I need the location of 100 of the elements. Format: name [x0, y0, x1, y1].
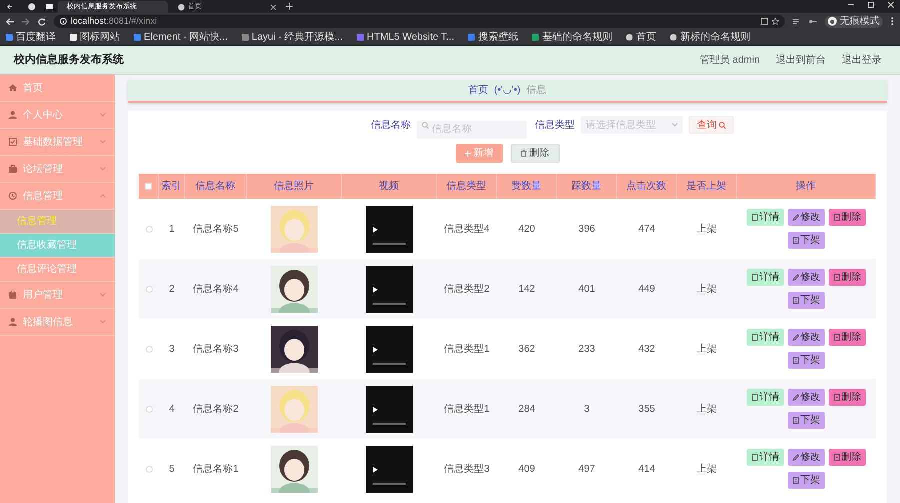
table-cell-text: 142: [518, 282, 536, 296]
play-icon[interactable]: [373, 346, 378, 352]
app-title: 校内信息服务发布系统: [14, 52, 124, 68]
plus-icon[interactable]: [286, 3, 293, 10]
bookmark-link[interactable]: Element - 网站快...: [134, 32, 228, 42]
detail-button[interactable]: 详情: [747, 329, 784, 346]
table-cell-text: 4: [169, 402, 175, 416]
unpublish-button[interactable]: 下架: [788, 352, 825, 369]
row-checkbox[interactable]: [146, 226, 152, 232]
reading-list-icon[interactable]: [793, 18, 801, 26]
table-cell-text: 474: [638, 222, 656, 236]
bookmark-link[interactable]: HTML5 Website T...: [357, 32, 454, 42]
column-header[interactable]: 点击次数: [626, 179, 666, 194]
table-cell-text: 284: [518, 402, 536, 416]
document-icon: [752, 454, 758, 461]
play-icon[interactable]: [373, 226, 378, 232]
bookmark-link[interactable]: Layui - 经典开源模...: [242, 32, 344, 42]
bookmark-icon: [626, 34, 634, 41]
row-checkbox[interactable]: [146, 466, 152, 472]
play-icon[interactable]: [373, 286, 378, 292]
bookmark-link[interactable]: 新标的命名规则: [670, 32, 750, 42]
query-button[interactable]: 查询: [689, 116, 734, 134]
table-cell-text: 432: [638, 342, 656, 356]
forward-arrow-icon[interactable]: [22, 18, 30, 26]
delete-button[interactable]: 删除: [829, 329, 866, 346]
detail-button[interactable]: 详情: [747, 449, 784, 466]
table-cell-text: 信息类型1: [444, 402, 490, 416]
bookmark-link[interactable]: 图标网站: [70, 32, 120, 42]
edit-button[interactable]: 修改: [788, 389, 825, 406]
column-header[interactable]: 索引: [162, 179, 182, 194]
column-header[interactable]: 是否上架: [686, 179, 726, 194]
restore-icon[interactable]: [868, 2, 874, 8]
table-cell-text: 3: [169, 342, 175, 356]
row-checkbox[interactable]: [146, 286, 152, 292]
table-cell-text: 上架: [697, 222, 717, 236]
table-cell-text: 信息类型2: [444, 282, 490, 296]
row-checkbox[interactable]: [146, 406, 152, 412]
unpublish-button[interactable]: 下架: [788, 232, 825, 249]
bookmark-icon: [242, 34, 249, 41]
delete-button[interactable]: 删除: [510, 144, 560, 163]
bookmark-icon: [468, 34, 476, 41]
globe-icon: [178, 4, 185, 10]
header-link[interactable]: 退出到前台: [776, 52, 826, 68]
detail-button[interactable]: 详情: [747, 209, 784, 226]
menu-item-icon: [9, 138, 17, 146]
pencil-icon: [792, 274, 798, 281]
document-icon: [752, 274, 758, 281]
address-field[interactable]: localhost:8081/#/xinxi: [54, 15, 785, 28]
table-cell-text: 上架: [697, 342, 717, 356]
bookmark-link[interactable]: 百度翻译: [6, 32, 56, 42]
play-icon[interactable]: [373, 406, 378, 412]
globe-icon[interactable]: [28, 3, 36, 11]
column-header[interactable]: 视频: [379, 179, 399, 194]
close-icon[interactable]: [888, 2, 894, 8]
detail-button[interactable]: 详情: [747, 389, 784, 406]
edit-button[interactable]: 修改: [788, 329, 825, 346]
star-icon[interactable]: [772, 18, 779, 25]
select-all-checkbox[interactable]: [145, 183, 152, 190]
minimize-icon[interactable]: [848, 2, 854, 8]
row-checkbox[interactable]: [146, 346, 152, 352]
breadcrumb-link[interactable]: 首页: [468, 83, 488, 98]
column-header[interactable]: 信息类型: [446, 179, 486, 194]
detail-button[interactable]: 详情: [747, 269, 784, 286]
edit-button[interactable]: 修改: [788, 269, 825, 286]
column-header[interactable]: 信息名称: [196, 179, 236, 194]
table-cell-text: 233: [578, 342, 596, 356]
edit-button[interactable]: 修改: [788, 209, 825, 226]
header-link[interactable]: 退出登录: [842, 52, 882, 68]
bookmark-link[interactable]: 基础的命名规则: [532, 32, 612, 42]
unpublish-button[interactable]: 下架: [788, 412, 825, 429]
column-header[interactable]: 踩数量: [572, 179, 602, 194]
delete-button[interactable]: 删除: [829, 269, 866, 286]
table-cell-text: 355: [638, 402, 656, 416]
delete-button[interactable]: 删除: [829, 209, 866, 226]
delete-button[interactable]: 删除: [829, 389, 866, 406]
delete-button[interactable]: 删除: [829, 449, 866, 466]
reload-icon[interactable]: [38, 18, 46, 26]
more-icon[interactable]: [891, 17, 894, 26]
table-cell-text: 上架: [697, 402, 717, 416]
menu-item-icon: [9, 84, 17, 92]
unpublish-button[interactable]: 下架: [788, 472, 825, 489]
bookmark-link[interactable]: 首页: [626, 32, 656, 42]
edit-button[interactable]: 修改: [788, 449, 825, 466]
unpublish-button[interactable]: 下架: [788, 292, 825, 309]
column-header: 操作: [796, 180, 816, 194]
chevron-down-icon: [672, 123, 678, 127]
pencil-icon: [792, 334, 798, 341]
menu-item-icon: [9, 165, 17, 173]
column-header[interactable]: 赞数量: [512, 179, 542, 194]
close-icon[interactable]: [271, 4, 276, 10]
bookmark-link[interactable]: 搜索壁纸: [468, 32, 518, 42]
back-arrow-icon[interactable]: [6, 18, 14, 26]
back-icon[interactable]: [6, 3, 14, 11]
tab-list-icon[interactable]: [46, 3, 54, 11]
field-label: 信息名称: [371, 118, 411, 132]
table-cell-text: 2: [169, 282, 175, 296]
column-header[interactable]: 信息照片: [274, 179, 314, 194]
profile-button[interactable]: 无痕模式: [825, 16, 883, 28]
table-cell-text: 信息名称5: [193, 222, 239, 236]
play-icon[interactable]: [373, 466, 378, 472]
